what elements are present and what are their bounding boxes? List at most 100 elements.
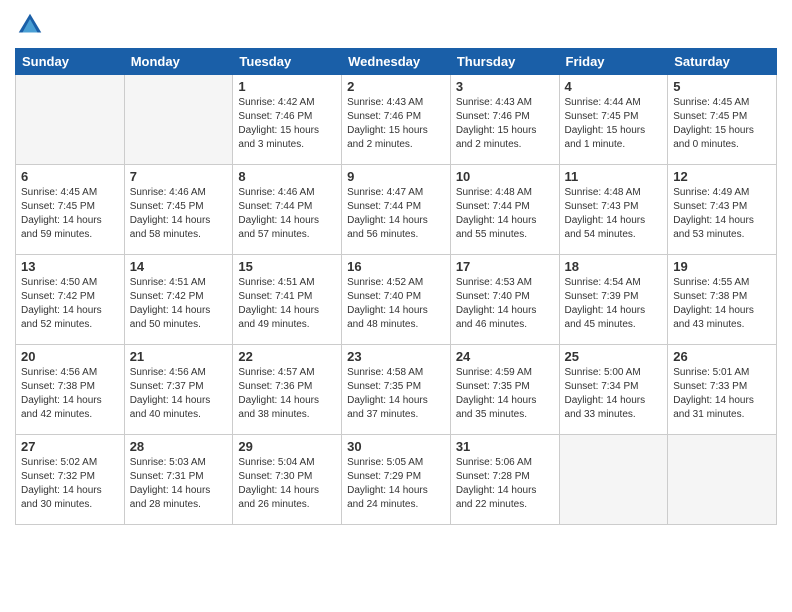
cal-cell: 13 Sunrise: 4:50 AMSunset: 7:42 PMDayligh… (16, 255, 125, 345)
cell-info: Sunrise: 4:46 AMSunset: 7:45 PMDaylight:… (130, 186, 228, 242)
cell-info: Sunrise: 4:55 AMSunset: 7:38 PMDaylight:… (673, 276, 771, 332)
day-number: 4 (565, 79, 663, 94)
day-number: 17 (456, 259, 554, 274)
day-header-friday: Friday (559, 49, 668, 75)
day-number: 13 (21, 259, 119, 274)
cal-cell (668, 435, 777, 525)
cal-cell: 2Sunrise: 4:43 AMSunset: 7:46 PMDaylight… (342, 75, 451, 165)
day-number: 11 (565, 169, 663, 184)
cell-info: Sunrise: 4:42 AMSunset: 7:46 PMDaylight:… (238, 96, 336, 152)
cell-info: Sunrise: 4:51 AMSunset: 7:42 PMDaylight:… (130, 276, 228, 332)
day-number: 9 (347, 169, 445, 184)
cal-cell: 12 Sunrise: 4:49 AMSunset: 7:43 PMDayligh… (668, 165, 777, 255)
cell-info: Sunrise: 4:49 AMSunset: 7:43 PMDaylight:… (673, 186, 771, 242)
week-row-5: 27 Sunrise: 5:02 AMSunset: 7:32 PMDayligh… (16, 435, 777, 525)
day-number: 31 (456, 439, 554, 454)
day-number: 19 (673, 259, 771, 274)
cal-cell: 4 Sunrise: 4:44 AMSunset: 7:45 PMDaylight… (559, 75, 668, 165)
cell-info: Sunrise: 4:45 AMSunset: 7:45 PMDaylight:… (673, 96, 771, 152)
cell-info: Sunrise: 4:54 AMSunset: 7:39 PMDaylight:… (565, 276, 663, 332)
day-number: 30 (347, 439, 445, 454)
cell-info: Sunrise: 4:48 AMSunset: 7:43 PMDaylight:… (565, 186, 663, 242)
cell-info: Sunrise: 5:02 AMSunset: 7:32 PMDaylight:… (21, 456, 119, 512)
day-number: 16 (347, 259, 445, 274)
cal-cell: 17 Sunrise: 4:53 AMSunset: 7:40 PMDayligh… (450, 255, 559, 345)
day-number: 5 (673, 79, 771, 94)
cell-info: Sunrise: 5:06 AMSunset: 7:28 PMDaylight:… (456, 456, 554, 512)
day-number: 7 (130, 169, 228, 184)
day-number: 8 (238, 169, 336, 184)
cell-info: Sunrise: 5:05 AMSunset: 7:29 PMDaylight:… (347, 456, 445, 512)
cal-cell: 24 Sunrise: 4:59 AMSunset: 7:35 PMDayligh… (450, 345, 559, 435)
cal-cell: 20Sunrise: 4:56 AMSunset: 7:38 PMDayligh… (16, 345, 125, 435)
cal-cell: 29 Sunrise: 5:04 AMSunset: 7:30 PMDayligh… (233, 435, 342, 525)
cal-cell: 18 Sunrise: 4:54 AMSunset: 7:39 PMDayligh… (559, 255, 668, 345)
week-row-1: 1Sunrise: 4:42 AMSunset: 7:46 PMDaylight… (16, 75, 777, 165)
cell-info: Sunrise: 4:48 AMSunset: 7:44 PMDaylight:… (456, 186, 554, 242)
cell-info: Sunrise: 4:58 AMSunset: 7:35 PMDaylight:… (347, 366, 445, 422)
day-number: 24 (456, 349, 554, 364)
day-number: 12 (673, 169, 771, 184)
header-row: SundayMondayTuesdayWednesdayThursdayFrid… (16, 49, 777, 75)
cal-cell: 7 Sunrise: 4:46 AMSunset: 7:45 PMDaylight… (124, 165, 233, 255)
day-number: 20 (21, 349, 119, 364)
cal-cell: 25 Sunrise: 5:00 AMSunset: 7:34 PMDayligh… (559, 345, 668, 435)
cell-info: Sunrise: 4:50 AMSunset: 7:42 PMDaylight:… (21, 276, 119, 332)
day-number: 28 (130, 439, 228, 454)
calendar-body: 1Sunrise: 4:42 AMSunset: 7:46 PMDaylight… (16, 75, 777, 525)
cell-info: Sunrise: 4:53 AMSunset: 7:40 PMDaylight:… (456, 276, 554, 332)
week-row-4: 20Sunrise: 4:56 AMSunset: 7:38 PMDayligh… (16, 345, 777, 435)
day-number: 27 (21, 439, 119, 454)
cal-cell: 8 Sunrise: 4:46 AMSunset: 7:44 PMDaylight… (233, 165, 342, 255)
cell-info: Sunrise: 4:45 AMSunset: 7:45 PMDaylight:… (21, 186, 119, 242)
cal-cell: 16Sunrise: 4:52 AMSunset: 7:40 PMDayligh… (342, 255, 451, 345)
week-row-3: 13 Sunrise: 4:50 AMSunset: 7:42 PMDayligh… (16, 255, 777, 345)
cal-cell (559, 435, 668, 525)
cal-cell: 3Sunrise: 4:43 AMSunset: 7:46 PMDaylight… (450, 75, 559, 165)
day-header-tuesday: Tuesday (233, 49, 342, 75)
cal-cell: 21Sunrise: 4:56 AMSunset: 7:37 PMDayligh… (124, 345, 233, 435)
day-header-saturday: Saturday (668, 49, 777, 75)
cell-info: Sunrise: 5:04 AMSunset: 7:30 PMDaylight:… (238, 456, 336, 512)
cell-info: Sunrise: 5:00 AMSunset: 7:34 PMDaylight:… (565, 366, 663, 422)
day-number: 15 (238, 259, 336, 274)
day-number: 26 (673, 349, 771, 364)
cal-cell: 1Sunrise: 4:42 AMSunset: 7:46 PMDaylight… (233, 75, 342, 165)
cell-info: Sunrise: 4:59 AMSunset: 7:35 PMDaylight:… (456, 366, 554, 422)
day-number: 29 (238, 439, 336, 454)
cell-info: Sunrise: 4:46 AMSunset: 7:44 PMDaylight:… (238, 186, 336, 242)
day-number: 23 (347, 349, 445, 364)
cell-info: Sunrise: 4:47 AMSunset: 7:44 PMDaylight:… (347, 186, 445, 242)
cal-cell: 15Sunrise: 4:51 AMSunset: 7:41 PMDayligh… (233, 255, 342, 345)
logo-icon (15, 10, 45, 40)
cal-cell: 23 Sunrise: 4:58 AMSunset: 7:35 PMDayligh… (342, 345, 451, 435)
cal-cell: 28 Sunrise: 5:03 AMSunset: 7:31 PMDayligh… (124, 435, 233, 525)
cal-cell: 19 Sunrise: 4:55 AMSunset: 7:38 PMDayligh… (668, 255, 777, 345)
cal-cell: 5 Sunrise: 4:45 AMSunset: 7:45 PMDaylight… (668, 75, 777, 165)
cal-cell (124, 75, 233, 165)
cal-cell: 27 Sunrise: 5:02 AMSunset: 7:32 PMDayligh… (16, 435, 125, 525)
day-number: 3 (456, 79, 554, 94)
cell-info: Sunrise: 5:03 AMSunset: 7:31 PMDaylight:… (130, 456, 228, 512)
cal-cell: 31 Sunrise: 5:06 AMSunset: 7:28 PMDayligh… (450, 435, 559, 525)
cell-info: Sunrise: 4:43 AMSunset: 7:46 PMDaylight:… (347, 96, 445, 152)
cal-cell: 9 Sunrise: 4:47 AMSunset: 7:44 PMDaylight… (342, 165, 451, 255)
day-header-thursday: Thursday (450, 49, 559, 75)
day-number: 21 (130, 349, 228, 364)
day-number: 18 (565, 259, 663, 274)
logo (15, 10, 49, 40)
day-number: 6 (21, 169, 119, 184)
day-number: 10 (456, 169, 554, 184)
day-number: 25 (565, 349, 663, 364)
day-header-monday: Monday (124, 49, 233, 75)
cal-cell: 30 Sunrise: 5:05 AMSunset: 7:29 PMDayligh… (342, 435, 451, 525)
cal-cell: 6 Sunrise: 4:45 AMSunset: 7:45 PMDaylight… (16, 165, 125, 255)
cal-cell: 10 Sunrise: 4:48 AMSunset: 7:44 PMDayligh… (450, 165, 559, 255)
cal-cell: 22Sunrise: 4:57 AMSunset: 7:36 PMDayligh… (233, 345, 342, 435)
cal-cell: 26Sunrise: 5:01 AMSunset: 7:33 PMDayligh… (668, 345, 777, 435)
calendar-table: SundayMondayTuesdayWednesdayThursdayFrid… (15, 48, 777, 525)
cell-info: Sunrise: 4:44 AMSunset: 7:45 PMDaylight:… (565, 96, 663, 152)
day-header-wednesday: Wednesday (342, 49, 451, 75)
cell-info: Sunrise: 4:57 AMSunset: 7:36 PMDaylight:… (238, 366, 336, 422)
cal-cell (16, 75, 125, 165)
